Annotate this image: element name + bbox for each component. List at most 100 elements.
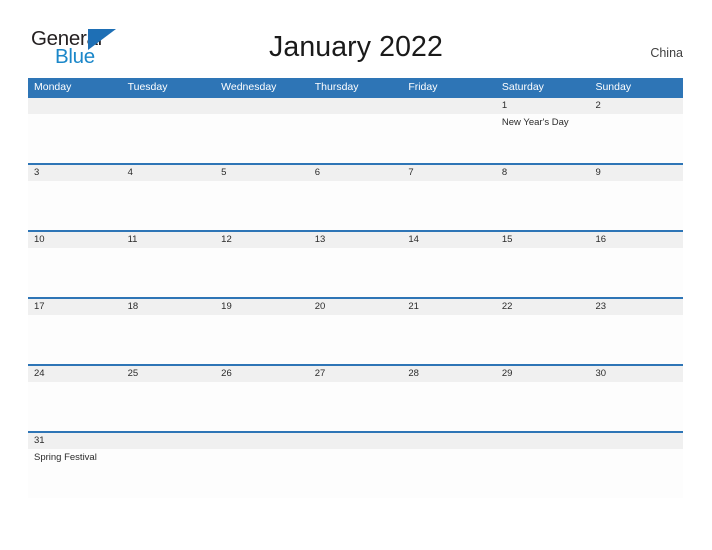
day-number[interactable]: 16 [589,232,683,248]
day-event[interactable] [28,181,122,230]
page-header: General Blue January 2022 China [0,0,712,78]
day-number[interactable]: 10 [28,232,122,248]
day-number[interactable] [122,98,216,114]
day-event[interactable] [309,382,403,431]
day-number[interactable] [402,98,496,114]
day-event[interactable] [496,315,590,364]
day-event[interactable] [496,382,590,431]
weekday-saturday: Saturday [501,81,544,93]
day-event[interactable] [402,181,496,230]
day-number[interactable]: 1 [496,98,590,114]
day-number[interactable] [215,98,309,114]
week-row: 1 2 New Year's Day [28,96,683,163]
day-event[interactable] [309,248,403,297]
event-strip: Spring Festival [28,449,683,498]
day-number[interactable] [122,433,216,449]
day-event[interactable] [589,315,683,364]
page-title: January 2022 [269,31,443,63]
day-event[interactable] [589,248,683,297]
day-event[interactable] [28,114,122,163]
day-number[interactable]: 14 [402,232,496,248]
day-number[interactable]: 8 [496,165,590,181]
day-event[interactable] [309,114,403,163]
day-number[interactable]: 15 [496,232,590,248]
day-event[interactable] [122,382,216,431]
day-number[interactable]: 30 [589,366,683,382]
day-event[interactable] [122,315,216,364]
day-number[interactable] [402,433,496,449]
day-event[interactable] [589,382,683,431]
day-event[interactable] [215,181,309,230]
day-event[interactable] [215,248,309,297]
day-event[interactable] [496,449,590,498]
day-number[interactable]: 31 [28,433,122,449]
day-event[interactable] [402,315,496,364]
event-strip [28,248,683,297]
day-event[interactable] [309,181,403,230]
day-number[interactable]: 6 [309,165,403,181]
weekday-tuesday: Tuesday [127,81,168,93]
day-event[interactable] [402,248,496,297]
daynumber-strip: 10 11 12 13 14 15 16 [28,232,683,248]
day-event[interactable]: Spring Festival [28,449,122,498]
event-strip [28,382,683,431]
day-event[interactable] [215,382,309,431]
week-row: 3 4 5 6 7 8 9 [28,163,683,230]
day-number[interactable]: 18 [122,299,216,315]
day-number[interactable] [589,433,683,449]
day-number[interactable]: 20 [309,299,403,315]
day-event[interactable] [309,449,403,498]
day-number[interactable] [28,98,122,114]
day-event[interactable] [589,449,683,498]
day-number[interactable]: 27 [309,366,403,382]
day-event[interactable] [122,248,216,297]
day-number[interactable]: 29 [496,366,590,382]
weekday-thursday: Thursday [314,81,359,93]
day-number[interactable]: 4 [122,165,216,181]
day-event[interactable] [122,181,216,230]
day-number[interactable]: 13 [309,232,403,248]
day-event[interactable] [496,248,590,297]
calendar-page: General Blue January 2022 China Monday T… [0,0,712,550]
day-number[interactable] [309,433,403,449]
day-event[interactable] [28,315,122,364]
week-row: 24 25 26 27 28 29 30 [28,364,683,431]
day-event[interactable] [215,114,309,163]
day-number[interactable] [496,433,590,449]
day-event[interactable] [589,114,683,163]
day-event[interactable]: New Year's Day [496,114,590,163]
day-number[interactable]: 9 [589,165,683,181]
day-number[interactable]: 11 [122,232,216,248]
day-event[interactable] [309,315,403,364]
day-event[interactable] [589,181,683,230]
day-event[interactable] [215,449,309,498]
day-number[interactable]: 5 [215,165,309,181]
day-event[interactable] [402,114,496,163]
day-number[interactable]: 22 [496,299,590,315]
day-number[interactable] [215,433,309,449]
daynumber-strip: 17 18 19 20 21 22 23 [28,299,683,315]
day-number[interactable]: 3 [28,165,122,181]
day-event[interactable] [28,382,122,431]
daynumber-strip: 3 4 5 6 7 8 9 [28,165,683,181]
day-number[interactable]: 24 [28,366,122,382]
day-event[interactable] [496,181,590,230]
day-number[interactable]: 17 [28,299,122,315]
day-number[interactable] [309,98,403,114]
day-event[interactable] [402,449,496,498]
day-event[interactable] [402,382,496,431]
event-strip: New Year's Day [28,114,683,163]
day-number[interactable]: 2 [589,98,683,114]
day-number[interactable]: 25 [122,366,216,382]
day-number[interactable]: 26 [215,366,309,382]
day-event[interactable] [28,248,122,297]
day-number[interactable]: 28 [402,366,496,382]
day-number[interactable]: 7 [402,165,496,181]
day-number[interactable]: 23 [589,299,683,315]
day-event[interactable] [122,114,216,163]
day-number[interactable]: 21 [402,299,496,315]
day-number[interactable]: 12 [215,232,309,248]
day-event[interactable] [122,449,216,498]
day-event[interactable] [215,315,309,364]
day-number[interactable]: 19 [215,299,309,315]
